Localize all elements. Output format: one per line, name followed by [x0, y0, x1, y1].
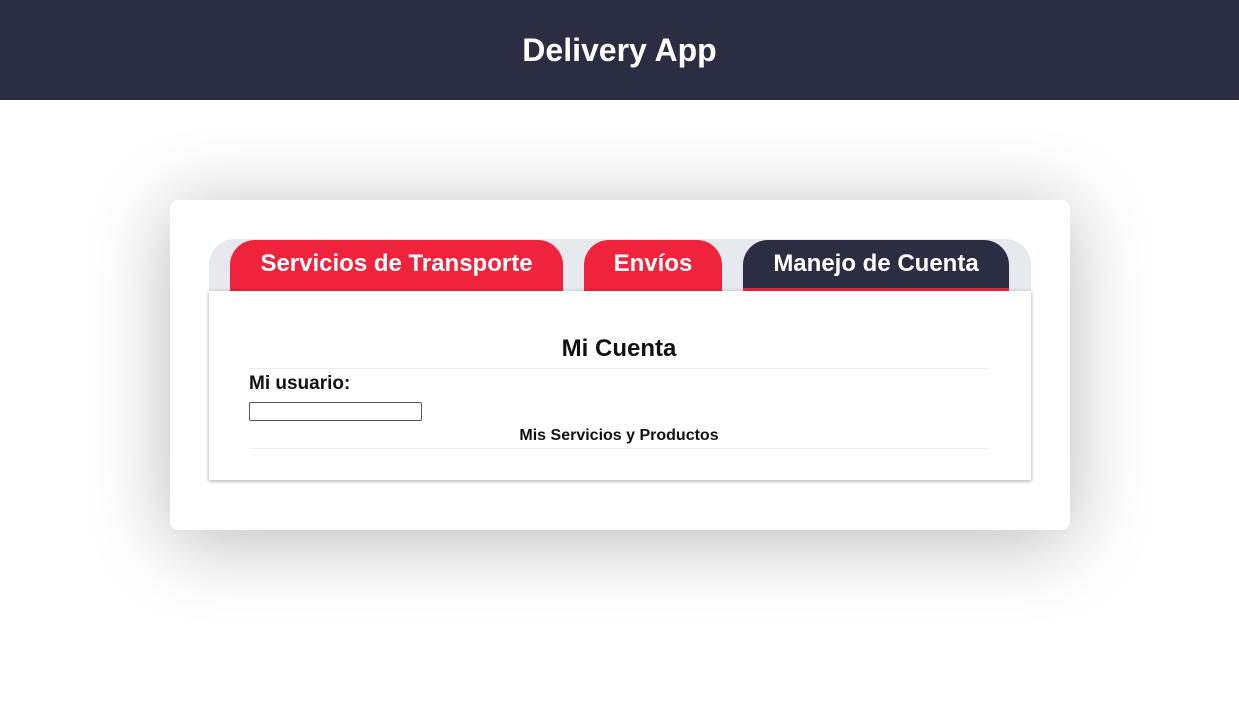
app-header: Delivery App: [0, 0, 1239, 100]
tab-envios[interactable]: Envíos: [584, 240, 722, 291]
user-label: Mi usuario:: [249, 373, 351, 394]
account-title: Mi Cuenta: [561, 335, 677, 362]
main-card: Servicios de Transporte Envíos Manejo de…: [170, 200, 1070, 530]
services-title: Mis Servicios y Productos: [519, 427, 719, 444]
tab-servicios-de-transporte[interactable]: Servicios de Transporte: [230, 240, 563, 291]
app-title: Delivery App: [522, 31, 717, 68]
tab-content-account: Mi Cuenta Mi usuario: Mis Servicios y Pr…: [209, 291, 1031, 480]
tabs-panel: Servicios de Transporte Envíos Manejo de…: [209, 239, 1031, 480]
tab-manejo-de-cuenta[interactable]: Manejo de Cuenta: [743, 240, 1009, 291]
user-input[interactable]: [249, 402, 422, 421]
tab-label: Envíos: [613, 250, 693, 277]
divider: [249, 448, 989, 449]
tab-label: Manejo de Cuenta: [773, 250, 979, 277]
divider: [249, 368, 989, 369]
tab-bar: Servicios de Transporte Envíos Manejo de…: [209, 239, 1031, 291]
tab-label: Servicios de Transporte: [260, 250, 533, 277]
